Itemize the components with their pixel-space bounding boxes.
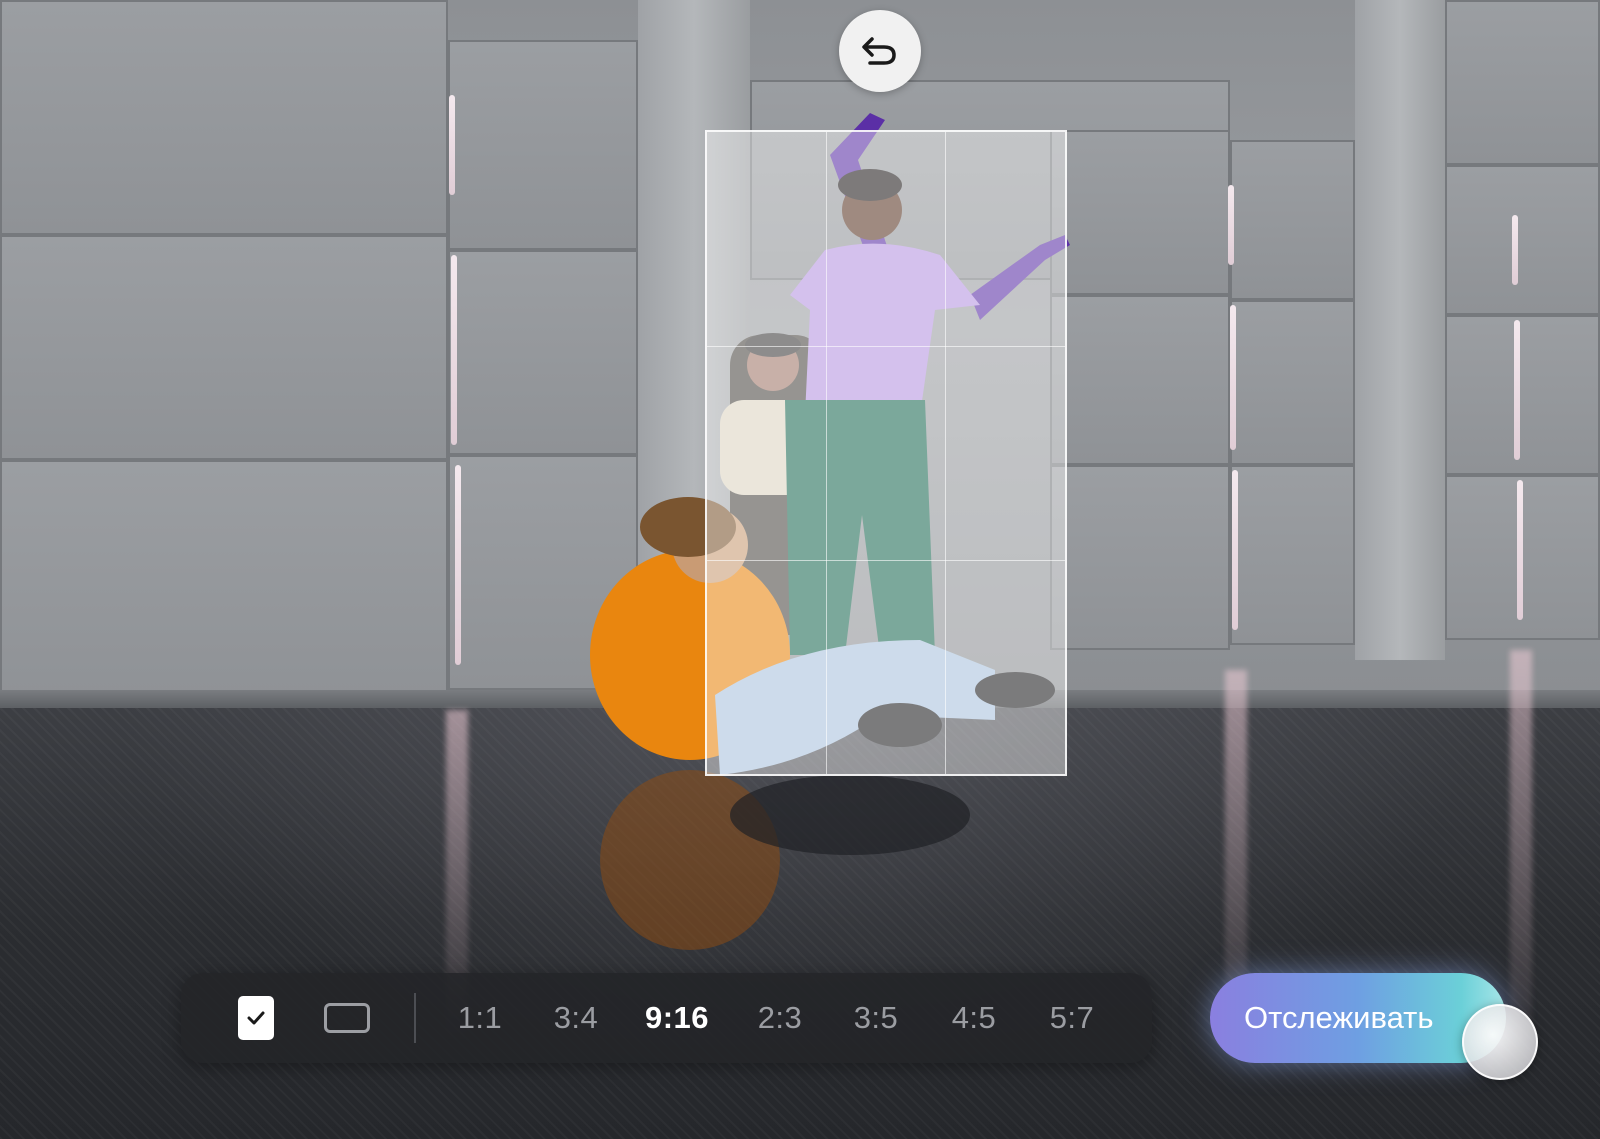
ratio-option-1-1[interactable]: 1:1 (449, 998, 511, 1038)
wall-panel (1230, 140, 1355, 300)
toolbar-divider (414, 993, 416, 1043)
wall-panel (1445, 315, 1600, 475)
wall-panel (1445, 165, 1600, 315)
undo-button[interactable] (839, 10, 921, 92)
wall-light (1512, 215, 1518, 285)
wall-panel (1230, 300, 1355, 465)
crop-grid-line (707, 345, 1065, 347)
checkbox-checked-icon (238, 996, 274, 1040)
wall-light (1517, 480, 1523, 620)
wall-panel (0, 0, 448, 235)
wall-light (451, 255, 457, 445)
landscape-frame-icon (324, 1003, 370, 1033)
ratio-option-3-4[interactable]: 3:4 (545, 998, 607, 1038)
wall-pillar (1355, 0, 1445, 660)
aspect-ratio-toolbar: 1:1 3:4 9:16 2:3 3:5 4:5 5:7 (181, 973, 1152, 1063)
wall-light (455, 465, 461, 665)
landscape-mode-toggle[interactable] (321, 999, 373, 1037)
crop-frame[interactable] (705, 130, 1067, 776)
ratio-option-5-7[interactable]: 5:7 (1041, 998, 1103, 1038)
ratio-option-2-3[interactable]: 2:3 (749, 998, 811, 1038)
crop-grid-line (707, 559, 1065, 561)
wall-panel (0, 460, 448, 700)
crop-grid-line (945, 132, 947, 774)
wall-panel (1230, 465, 1355, 645)
wall-light (1230, 305, 1236, 450)
wall-light (449, 95, 455, 195)
wall-panel (1445, 0, 1600, 165)
wall-light (1228, 185, 1234, 265)
wall-light (1232, 470, 1238, 630)
ratio-option-3-5[interactable]: 3:5 (845, 998, 907, 1038)
ratio-option-4-5[interactable]: 4:5 (943, 998, 1005, 1038)
crop-grid-line (826, 132, 828, 774)
portrait-mode-toggle[interactable] (237, 995, 275, 1041)
ratio-option-9-16[interactable]: 9:16 (639, 998, 715, 1038)
track-button-label: Отслеживать (1244, 1000, 1434, 1035)
wall-light (1514, 320, 1520, 460)
video-editor-canvas: 1:1 3:4 9:16 2:3 3:5 4:5 5:7 Отслеживать (0, 0, 1600, 1139)
wall-panel (0, 235, 448, 460)
track-button[interactable]: Отслеживать (1210, 973, 1506, 1063)
touch-cursor (1462, 1004, 1538, 1080)
undo-arrow-icon (862, 37, 896, 65)
